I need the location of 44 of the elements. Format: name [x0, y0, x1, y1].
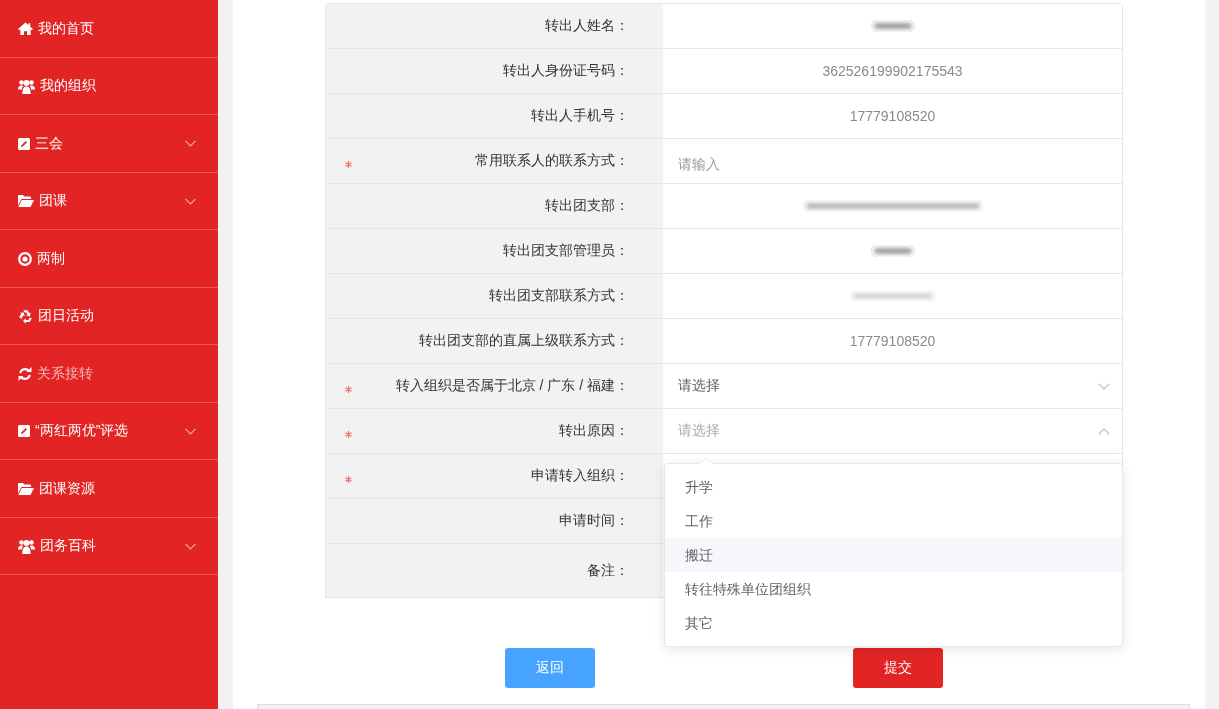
field-label: 转出团支部的直属上级联系方式： [419, 332, 629, 350]
dropdown-option[interactable]: 工作 [665, 504, 1122, 538]
back-button[interactable]: 返回 [505, 648, 595, 688]
dropdown-option[interactable]: 转往特殊单位团组织 [665, 572, 1122, 606]
field-label: 转出团支部管理员： [503, 242, 629, 260]
target-icon [18, 251, 32, 266]
home-icon [18, 22, 33, 36]
refresh-icon [18, 366, 32, 381]
field-label: 申请转入组织： [531, 467, 629, 485]
submit-button[interactable]: 提交 [853, 648, 943, 688]
select-field[interactable]: 请选择 [663, 409, 1122, 453]
dropdown-option[interactable]: 升学 [665, 470, 1122, 504]
edit-icon [18, 137, 30, 150]
dropdown-option[interactable]: 其它 [665, 606, 1122, 640]
chevron-down-icon [185, 542, 196, 550]
users-icon [18, 78, 35, 94]
field-label: 转出人手机号： [531, 107, 629, 125]
dropdown-option[interactable]: 搬迁 [665, 538, 1122, 572]
users-icon [18, 538, 35, 554]
chevron-down-icon [1098, 382, 1110, 390]
field-label: 转出团支部联系方式： [489, 287, 629, 305]
field-label: 转出人姓名： [545, 17, 629, 35]
field-label: 转出人身份证号码： [503, 62, 629, 80]
select-field[interactable]: 请选择 [663, 364, 1122, 408]
chevron-down-icon [185, 427, 196, 435]
folder-icon [18, 482, 34, 495]
chevron-down-icon [185, 197, 196, 205]
field-label: 常用联系人的联系方式： [475, 152, 629, 170]
blurred-value [870, 20, 915, 32]
recycle-icon [18, 308, 33, 324]
field-label: 转出团支部： [545, 197, 629, 215]
field-label: 转入组织是否属于北京 / 广东 / 福建： [395, 377, 629, 395]
folder-icon [18, 195, 34, 208]
field-label: 转出原因： [559, 422, 629, 440]
chevron-up-icon [1098, 427, 1110, 435]
field-value: 362526199902175543 [822, 63, 963, 79]
edit-icon [18, 425, 30, 438]
field-value: 17779108520 [849, 333, 936, 349]
field-label: 备注： [587, 561, 629, 580]
field-value: 17779108520 [849, 108, 936, 124]
chevron-down-icon [185, 140, 196, 148]
blurred-value [870, 245, 915, 257]
field-label: 申请时间： [559, 512, 629, 530]
text-input[interactable]: 请输入 [663, 139, 1122, 183]
